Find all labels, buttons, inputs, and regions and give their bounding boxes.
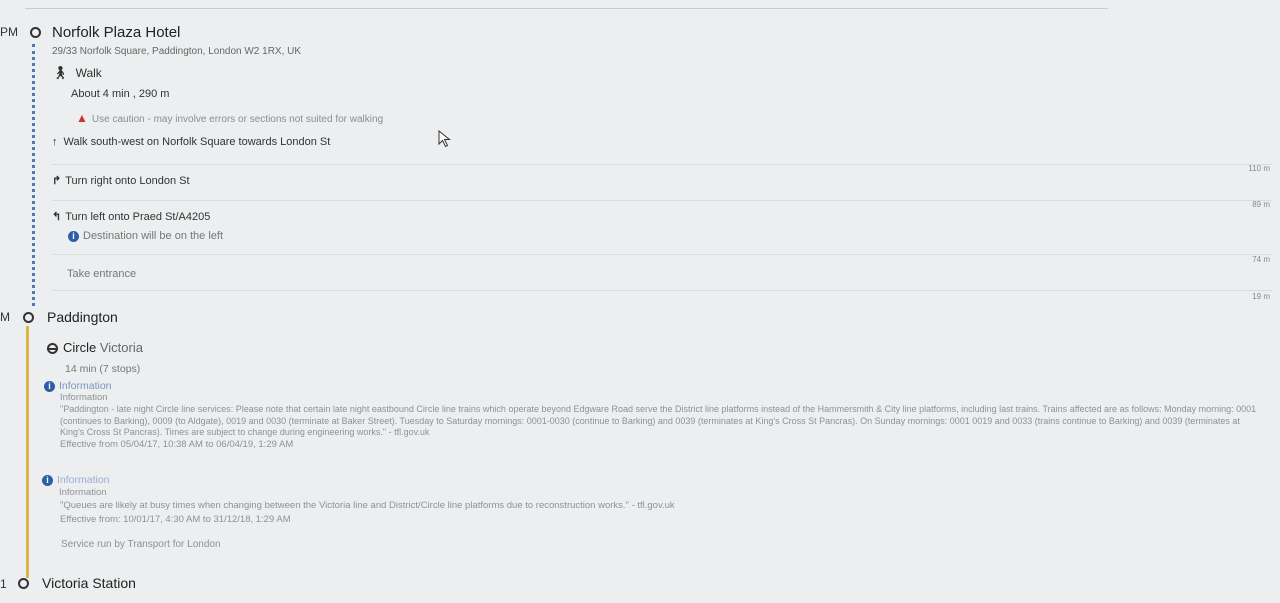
transit-duration: 14 min (7 stops) [65, 363, 141, 375]
alert-2-heading: Information [57, 474, 110, 486]
info-icon: i [68, 230, 79, 242]
walk-step-3-text: Turn left onto Praed St/A4205 [65, 211, 211, 223]
walk-mode-label: Walk [75, 66, 102, 80]
walk-step-2-distance: 89 m [1252, 200, 1270, 209]
step-divider [52, 254, 1272, 255]
walk-step-2-text: Turn right onto London St [65, 175, 190, 187]
walk-step-3[interactable]: ↰ Turn left onto Praed St/A4205 [52, 210, 210, 223]
step-divider [52, 290, 1272, 291]
turn-left-icon: ↰ [52, 211, 62, 223]
alert-1-subheading: Information [60, 392, 108, 403]
transfer-name[interactable]: Paddington [47, 309, 118, 325]
walk-step-3-distance: 74 m [1252, 255, 1270, 264]
circle-line-route [26, 326, 29, 578]
underground-icon [47, 343, 58, 355]
walk-step-1[interactable]: ↑ Walk south-west on Norfolk Square towar… [52, 136, 330, 148]
alert-2-effective: Effective from: 10/01/17, 4:30 AM to 31/… [60, 514, 291, 525]
alert-2-heading-row: i Information [42, 474, 1262, 486]
alert-1-body: "Paddington - late night Circle line ser… [60, 404, 1257, 437]
transit-direction: Victoria [99, 340, 143, 355]
walk-route-line [32, 44, 35, 306]
walk-step-1-distance: 110 m [1248, 164, 1270, 173]
transit-line[interactable]: Circle Victoria [47, 340, 143, 355]
origin-name[interactable]: Norfolk Plaza Hotel [52, 24, 180, 41]
info-icon: i [42, 474, 53, 486]
walk-step-4[interactable]: Take entrance [67, 268, 136, 280]
origin-time: PM [0, 25, 18, 39]
destination-stop-marker [18, 578, 29, 589]
alert-1-heading: Information [59, 380, 112, 392]
arrow-up-icon: ↑ [52, 136, 58, 148]
alert-2-subheading: Information [59, 487, 107, 498]
info-icon: i [44, 380, 55, 392]
walk-caution-text: Use caution - may involve errors or sect… [91, 114, 384, 125]
transfer-stop-marker [23, 312, 34, 323]
origin-address: 29/33 Norfolk Square, Paddington, London… [52, 46, 302, 57]
origin-stop-marker [30, 27, 41, 38]
transfer-time: M [0, 310, 10, 324]
walk-mode[interactable]: 🚶︎ Walk [52, 65, 102, 81]
destination-time: 1 [0, 577, 7, 591]
alert-2[interactable]: i Information Information "Queues are lik… [42, 474, 1262, 527]
walk-step-1-text: Walk south-west on Norfolk Square toward… [63, 136, 331, 148]
walk-icon: 🚶︎ [52, 65, 69, 80]
turn-right-icon: ↱ [52, 175, 62, 187]
walk-step-3-note-text: Destination will be on the left [83, 230, 224, 242]
step-divider [52, 200, 1272, 201]
walk-summary: About 4 min , 290 m [71, 88, 170, 100]
walk-step-3-note: i Destination will be on the left [68, 230, 223, 242]
alert-1-heading-row: i Information [44, 380, 1264, 392]
alert-2-body: "Queues are likely at busy times when ch… [60, 500, 675, 511]
top-divider [25, 8, 1108, 9]
step-divider [52, 164, 1272, 165]
alert-1[interactable]: i Information Information "Paddington - l… [44, 380, 1264, 451]
mouse-cursor-icon [438, 129, 452, 153]
walk-step-2[interactable]: ↱ Turn right onto London St [52, 174, 190, 187]
alert-1-effective: Effective from 05/04/17, 10:38 AM to 06/… [60, 438, 294, 450]
warning-icon: ▲ [76, 111, 88, 125]
transit-line-name: Circle [63, 340, 97, 355]
destination-name[interactable]: Victoria Station [42, 575, 136, 591]
walk-caution: ▲ Use caution - may involve errors or sec… [76, 111, 383, 125]
service-operator: Service run by Transport for London [61, 539, 221, 550]
walk-step-4-distance: 19 m [1252, 292, 1270, 301]
